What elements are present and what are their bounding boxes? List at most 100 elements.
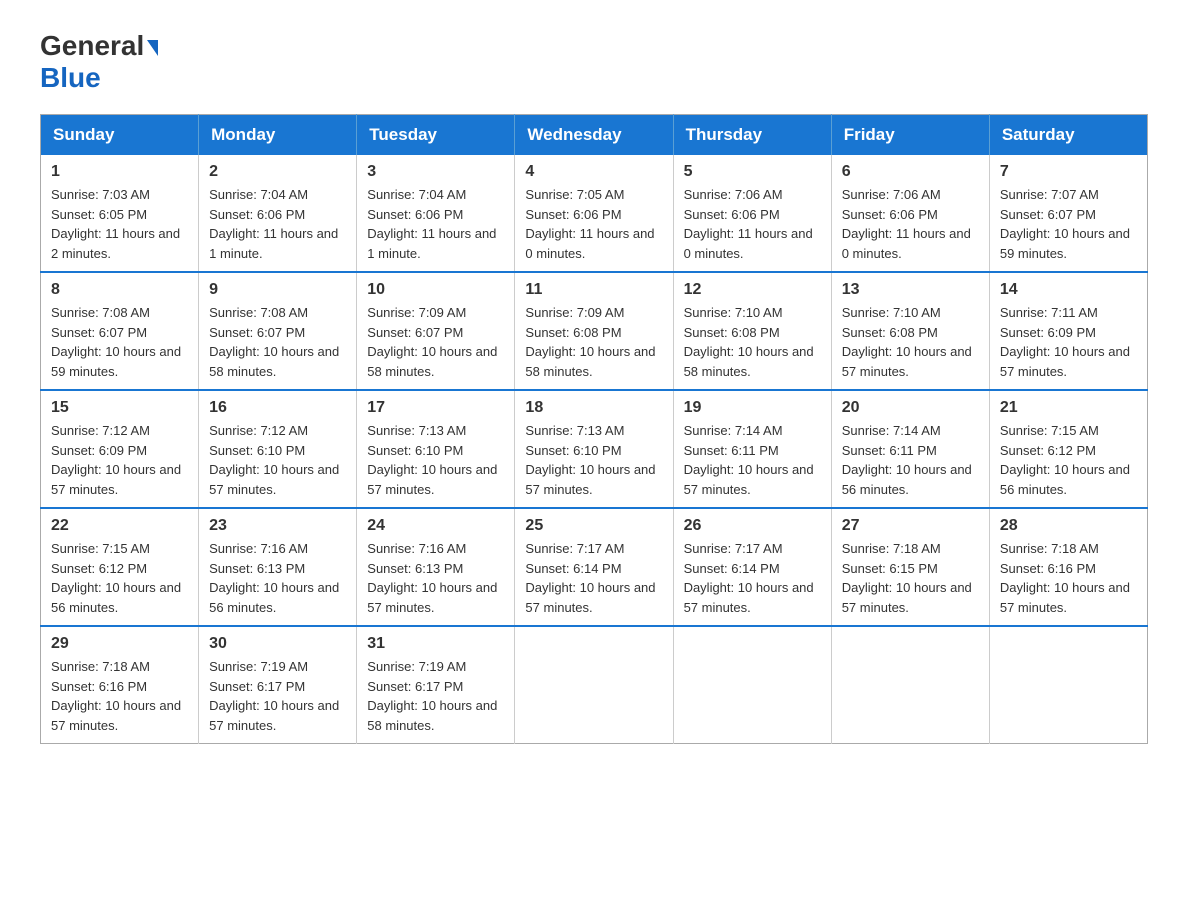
day-number: 26 [684,517,821,535]
calendar-cell: 25 Sunrise: 7:17 AM Sunset: 6:14 PM Dayl… [515,508,673,626]
calendar-cell: 1 Sunrise: 7:03 AM Sunset: 6:05 PM Dayli… [41,155,199,272]
day-number: 29 [51,635,188,653]
day-info: Sunrise: 7:17 AM Sunset: 6:14 PM Dayligh… [684,539,821,617]
day-number: 22 [51,517,188,535]
day-number: 6 [842,163,979,181]
day-number: 25 [525,517,662,535]
calendar-cell: 13 Sunrise: 7:10 AM Sunset: 6:08 PM Dayl… [831,272,989,390]
day-number: 13 [842,281,979,299]
calendar-week-3: 15 Sunrise: 7:12 AM Sunset: 6:09 PM Dayl… [41,390,1148,508]
weekday-header-friday: Friday [831,115,989,156]
day-info: Sunrise: 7:13 AM Sunset: 6:10 PM Dayligh… [525,421,662,499]
day-number: 19 [684,399,821,417]
day-number: 12 [684,281,821,299]
calendar-cell: 6 Sunrise: 7:06 AM Sunset: 6:06 PM Dayli… [831,155,989,272]
day-info: Sunrise: 7:18 AM Sunset: 6:16 PM Dayligh… [1000,539,1137,617]
logo-blue-text: Blue [40,62,101,93]
calendar-cell: 19 Sunrise: 7:14 AM Sunset: 6:11 PM Dayl… [673,390,831,508]
day-number: 7 [1000,163,1137,181]
calendar-cell: 15 Sunrise: 7:12 AM Sunset: 6:09 PM Dayl… [41,390,199,508]
calendar-week-1: 1 Sunrise: 7:03 AM Sunset: 6:05 PM Dayli… [41,155,1148,272]
calendar-table: SundayMondayTuesdayWednesdayThursdayFrid… [40,114,1148,744]
day-info: Sunrise: 7:18 AM Sunset: 6:15 PM Dayligh… [842,539,979,617]
day-info: Sunrise: 7:08 AM Sunset: 6:07 PM Dayligh… [51,303,188,381]
calendar-cell: 12 Sunrise: 7:10 AM Sunset: 6:08 PM Dayl… [673,272,831,390]
day-number: 11 [525,281,662,299]
day-number: 27 [842,517,979,535]
day-info: Sunrise: 7:10 AM Sunset: 6:08 PM Dayligh… [684,303,821,381]
day-info: Sunrise: 7:14 AM Sunset: 6:11 PM Dayligh… [842,421,979,499]
day-number: 4 [525,163,662,181]
day-info: Sunrise: 7:06 AM Sunset: 6:06 PM Dayligh… [684,185,821,263]
calendar-cell: 17 Sunrise: 7:13 AM Sunset: 6:10 PM Dayl… [357,390,515,508]
day-info: Sunrise: 7:13 AM Sunset: 6:10 PM Dayligh… [367,421,504,499]
day-info: Sunrise: 7:07 AM Sunset: 6:07 PM Dayligh… [1000,185,1137,263]
calendar-week-5: 29 Sunrise: 7:18 AM Sunset: 6:16 PM Dayl… [41,626,1148,744]
calendar-cell [673,626,831,744]
day-info: Sunrise: 7:19 AM Sunset: 6:17 PM Dayligh… [209,657,346,735]
day-info: Sunrise: 7:12 AM Sunset: 6:09 PM Dayligh… [51,421,188,499]
calendar-cell: 3 Sunrise: 7:04 AM Sunset: 6:06 PM Dayli… [357,155,515,272]
day-number: 23 [209,517,346,535]
day-info: Sunrise: 7:08 AM Sunset: 6:07 PM Dayligh… [209,303,346,381]
calendar-week-2: 8 Sunrise: 7:08 AM Sunset: 6:07 PM Dayli… [41,272,1148,390]
day-number: 28 [1000,517,1137,535]
calendar-week-4: 22 Sunrise: 7:15 AM Sunset: 6:12 PM Dayl… [41,508,1148,626]
day-info: Sunrise: 7:03 AM Sunset: 6:05 PM Dayligh… [51,185,188,263]
day-number: 16 [209,399,346,417]
calendar-cell: 2 Sunrise: 7:04 AM Sunset: 6:06 PM Dayli… [199,155,357,272]
calendar-cell: 31 Sunrise: 7:19 AM Sunset: 6:17 PM Dayl… [357,626,515,744]
calendar-cell: 14 Sunrise: 7:11 AM Sunset: 6:09 PM Dayl… [989,272,1147,390]
calendar-cell: 24 Sunrise: 7:16 AM Sunset: 6:13 PM Dayl… [357,508,515,626]
day-number: 17 [367,399,504,417]
calendar-cell: 4 Sunrise: 7:05 AM Sunset: 6:06 PM Dayli… [515,155,673,272]
day-number: 18 [525,399,662,417]
calendar-cell: 7 Sunrise: 7:07 AM Sunset: 6:07 PM Dayli… [989,155,1147,272]
calendar-cell: 26 Sunrise: 7:17 AM Sunset: 6:14 PM Dayl… [673,508,831,626]
day-info: Sunrise: 7:09 AM Sunset: 6:08 PM Dayligh… [525,303,662,381]
page-header: General Blue [40,30,1148,94]
day-info: Sunrise: 7:14 AM Sunset: 6:11 PM Dayligh… [684,421,821,499]
day-info: Sunrise: 7:18 AM Sunset: 6:16 PM Dayligh… [51,657,188,735]
calendar-cell [989,626,1147,744]
calendar-cell: 27 Sunrise: 7:18 AM Sunset: 6:15 PM Dayl… [831,508,989,626]
calendar-cell: 29 Sunrise: 7:18 AM Sunset: 6:16 PM Dayl… [41,626,199,744]
day-number: 9 [209,281,346,299]
calendar-cell: 9 Sunrise: 7:08 AM Sunset: 6:07 PM Dayli… [199,272,357,390]
day-info: Sunrise: 7:16 AM Sunset: 6:13 PM Dayligh… [367,539,504,617]
weekday-header-wednesday: Wednesday [515,115,673,156]
day-info: Sunrise: 7:11 AM Sunset: 6:09 PM Dayligh… [1000,303,1137,381]
weekday-header-monday: Monday [199,115,357,156]
weekday-header-tuesday: Tuesday [357,115,515,156]
day-number: 8 [51,281,188,299]
calendar-cell: 21 Sunrise: 7:15 AM Sunset: 6:12 PM Dayl… [989,390,1147,508]
weekday-header-thursday: Thursday [673,115,831,156]
weekday-header-sunday: Sunday [41,115,199,156]
day-number: 2 [209,163,346,181]
day-info: Sunrise: 7:19 AM Sunset: 6:17 PM Dayligh… [367,657,504,735]
calendar-cell: 28 Sunrise: 7:18 AM Sunset: 6:16 PM Dayl… [989,508,1147,626]
day-number: 10 [367,281,504,299]
logo: General Blue [40,30,158,94]
day-info: Sunrise: 7:15 AM Sunset: 6:12 PM Dayligh… [51,539,188,617]
day-number: 5 [684,163,821,181]
calendar-cell: 22 Sunrise: 7:15 AM Sunset: 6:12 PM Dayl… [41,508,199,626]
day-number: 15 [51,399,188,417]
calendar-cell: 18 Sunrise: 7:13 AM Sunset: 6:10 PM Dayl… [515,390,673,508]
calendar-cell: 10 Sunrise: 7:09 AM Sunset: 6:07 PM Dayl… [357,272,515,390]
day-number: 24 [367,517,504,535]
day-number: 20 [842,399,979,417]
day-number: 30 [209,635,346,653]
calendar-cell: 11 Sunrise: 7:09 AM Sunset: 6:08 PM Dayl… [515,272,673,390]
weekday-header-saturday: Saturday [989,115,1147,156]
day-info: Sunrise: 7:06 AM Sunset: 6:06 PM Dayligh… [842,185,979,263]
day-info: Sunrise: 7:09 AM Sunset: 6:07 PM Dayligh… [367,303,504,381]
day-info: Sunrise: 7:12 AM Sunset: 6:10 PM Dayligh… [209,421,346,499]
calendar-cell [831,626,989,744]
day-number: 31 [367,635,504,653]
calendar-cell: 20 Sunrise: 7:14 AM Sunset: 6:11 PM Dayl… [831,390,989,508]
logo-triangle-icon [147,40,158,56]
day-number: 21 [1000,399,1137,417]
day-info: Sunrise: 7:15 AM Sunset: 6:12 PM Dayligh… [1000,421,1137,499]
day-number: 14 [1000,281,1137,299]
